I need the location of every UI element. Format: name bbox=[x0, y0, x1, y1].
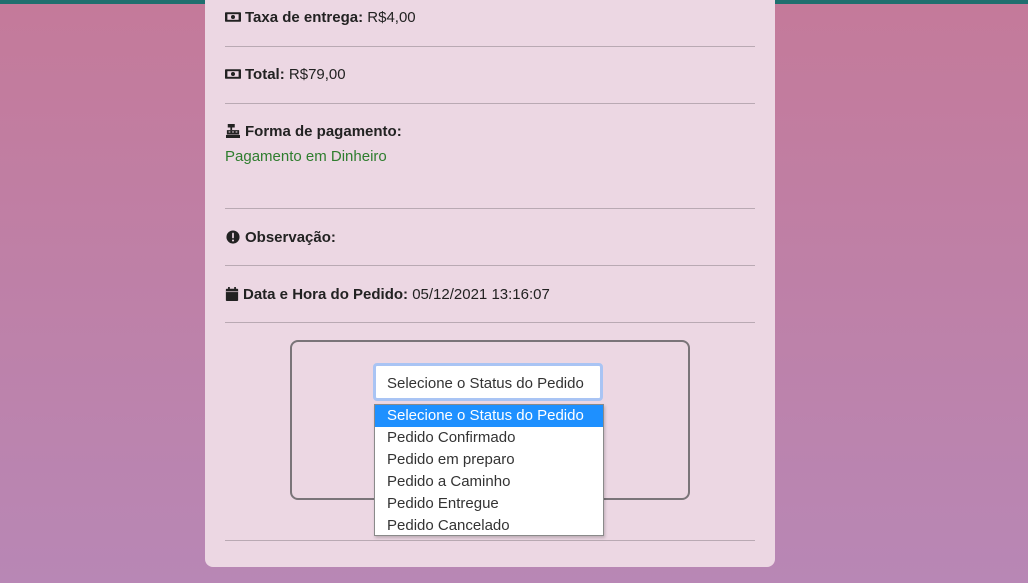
payment-row: Forma de pagamento: bbox=[225, 123, 755, 140]
note-label: Observação: bbox=[245, 229, 336, 246]
divider bbox=[225, 322, 755, 323]
cash-register-icon bbox=[226, 124, 240, 138]
status-option[interactable]: Pedido em preparo bbox=[375, 449, 603, 471]
delivery-fee-row: Taxa de entrega: R$4,00 bbox=[225, 9, 755, 26]
delivery-fee-value: R$4,00 bbox=[367, 9, 416, 26]
payment-label: Forma de pagamento: bbox=[245, 123, 402, 140]
status-option[interactable]: Pedido Cancelado bbox=[375, 515, 603, 537]
date-label: Data e Hora do Pedido: bbox=[243, 286, 409, 303]
total-row: Total: R$79,00 bbox=[225, 66, 755, 83]
status-option[interactable]: Pedido Confirmado bbox=[375, 427, 603, 449]
status-dropdown-list: Selecione o Status do Pedido Pedido Conf… bbox=[374, 404, 604, 536]
money-bill-icon bbox=[225, 69, 241, 79]
divider bbox=[225, 208, 755, 209]
exclamation-circle-icon bbox=[226, 230, 240, 244]
calendar-icon bbox=[225, 287, 239, 301]
payment-value: Pagamento em Dinheiro bbox=[225, 148, 387, 165]
status-option[interactable]: Pedido Entregue bbox=[375, 493, 603, 515]
divider bbox=[225, 265, 755, 266]
divider bbox=[225, 540, 755, 541]
divider bbox=[225, 103, 755, 104]
divider bbox=[225, 46, 755, 47]
date-value: 05/12/2021 13:16:07 bbox=[412, 286, 550, 303]
date-row: Data e Hora do Pedido: 05/12/2021 13:16:… bbox=[225, 286, 755, 303]
total-value: R$79,00 bbox=[288, 66, 346, 83]
money-bill-icon bbox=[225, 12, 241, 22]
status-option[interactable]: Pedido a Caminho bbox=[375, 471, 603, 493]
status-select[interactable]: Selecione o Status do Pedido bbox=[373, 363, 603, 401]
delivery-fee-label: Taxa de entrega: bbox=[245, 9, 364, 26]
total-label: Total: bbox=[245, 66, 285, 83]
note-row: Observação: bbox=[225, 229, 755, 246]
status-option[interactable]: Selecione o Status do Pedido bbox=[375, 405, 603, 427]
